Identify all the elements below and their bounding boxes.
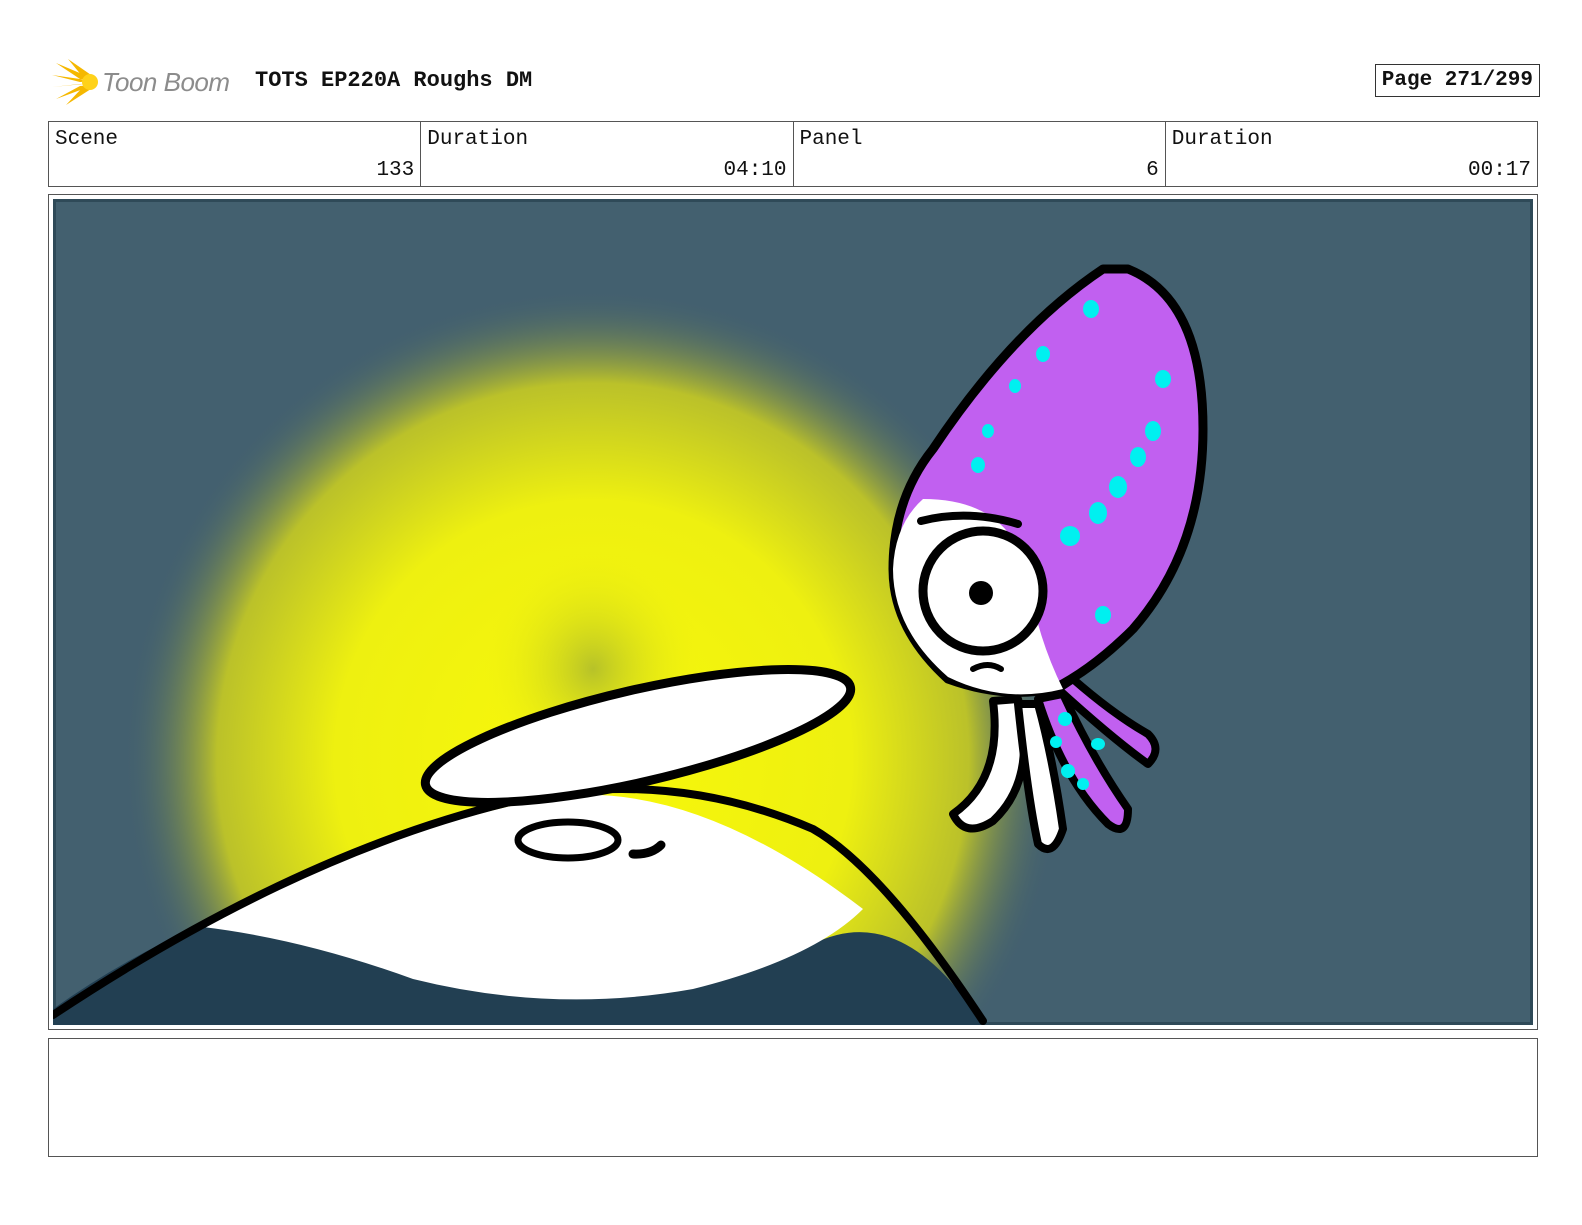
panel-value: 6 bbox=[1146, 159, 1159, 182]
scene-duration-value: 04:10 bbox=[723, 159, 787, 182]
panel-duration-value: 00:17 bbox=[1467, 159, 1531, 182]
panel-label: Panel bbox=[799, 128, 863, 151]
scene-duration-cell: Duration 04:10 bbox=[421, 122, 794, 186]
squid-pupil bbox=[969, 581, 993, 605]
panel-drawing bbox=[53, 199, 1533, 1025]
panel-duration-cell: Duration 00:17 bbox=[1166, 122, 1537, 186]
scene-duration-label: Duration bbox=[427, 128, 529, 151]
brand-name: Toon Boom bbox=[102, 66, 230, 97]
scene-label: Scene bbox=[55, 128, 119, 151]
panel-cell: Panel 6 bbox=[794, 122, 1166, 186]
page-number: Page 271/299 bbox=[1374, 64, 1540, 97]
scene-value: 133 bbox=[376, 159, 415, 182]
toon-boom-logo: Toon Boom bbox=[50, 56, 230, 108]
panel-duration-label: Duration bbox=[1171, 128, 1273, 151]
document-title: TOTS EP220A Roughs DM bbox=[255, 68, 533, 93]
storyboard-panel bbox=[48, 194, 1538, 1030]
scene-info-row: Scene 133 Duration 04:10 Panel 6 Duratio… bbox=[48, 121, 1538, 187]
panel-notes bbox=[48, 1038, 1538, 1157]
scene-cell: Scene 133 bbox=[49, 122, 422, 186]
page-header: Toon Boom TOTS EP220A Roughs DM Page 271… bbox=[50, 56, 1540, 108]
starburst-icon bbox=[52, 59, 98, 105]
